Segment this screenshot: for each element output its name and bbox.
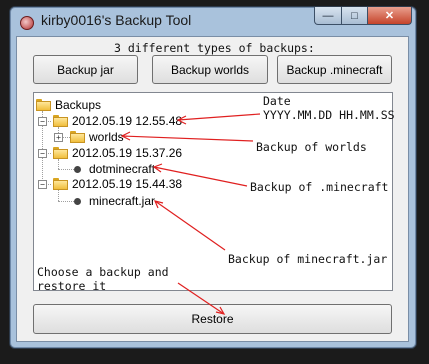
tree-item-backup-3[interactable]: 2012.05.19 15.44.38 — [53, 176, 182, 192]
minimize-icon: — — [322, 9, 334, 22]
expand-icon[interactable]: + — [54, 133, 63, 142]
file-icon — [74, 197, 81, 205]
annotation-minecraft: Backup of .minecraft — [250, 180, 389, 194]
maximize-button[interactable]: □ — [342, 7, 368, 25]
collapse-icon[interactable]: − — [38, 149, 47, 158]
backup-1-label: 2012.05.19 12.55.48 — [72, 114, 183, 128]
folder-icon — [53, 147, 68, 159]
file-icon — [74, 165, 81, 173]
collapse-icon[interactable]: − — [38, 180, 47, 189]
worlds-label: worlds — [89, 130, 124, 144]
minimize-button[interactable]: — — [314, 7, 342, 25]
backup-2-label: 2012.05.19 15.37.26 — [72, 146, 183, 160]
tree-item-minecraft-jar[interactable]: minecraft.jar — [74, 193, 155, 209]
tree-item-backup-2[interactable]: 2012.05.19 15.37.26 — [53, 145, 182, 161]
backup-minecraft-button[interactable]: Backup .minecraft — [277, 55, 392, 84]
folder-icon — [53, 178, 68, 190]
tree-item-dotminecraft[interactable]: dotminecraft — [74, 161, 155, 177]
window-title: kirby0016's Backup Tool — [41, 12, 192, 28]
collapse-icon[interactable]: − — [38, 117, 47, 126]
caption-buttons: — □ ✕ — [314, 7, 412, 25]
restore-button[interactable]: Restore — [33, 304, 392, 334]
annotation-worlds: Backup of worlds — [256, 140, 367, 154]
tree-item-worlds[interactable]: worlds — [70, 129, 124, 145]
minecraft-jar-label: minecraft.jar — [89, 194, 156, 208]
folder-icon — [70, 131, 85, 143]
app-icon — [20, 16, 34, 30]
annotation-backup-types: 3 different types of backups: — [114, 41, 315, 55]
tree-item-backup-1[interactable]: 2012.05.19 12.55.48 — [53, 113, 182, 129]
folder-icon — [53, 115, 68, 127]
close-icon: ✕ — [384, 10, 395, 22]
dotminecraft-label: dotminecraft — [89, 162, 156, 176]
annotation-restore: Choose a backup and restore it — [37, 265, 169, 293]
folder-icon — [36, 99, 51, 111]
backup-worlds-button[interactable]: Backup worlds — [152, 55, 268, 84]
close-button[interactable]: ✕ — [368, 7, 412, 25]
tree-root[interactable]: Backups — [36, 97, 101, 113]
annotation-jar: Backup of minecraft.jar — [228, 252, 388, 266]
tree-root-label: Backups — [55, 98, 102, 112]
backup-jar-button[interactable]: Backup jar — [33, 55, 138, 84]
backup-3-label: 2012.05.19 15.44.38 — [72, 177, 183, 191]
annotation-date: Date YYYY.MM.DD HH.MM.SS — [263, 94, 395, 122]
maximize-icon: □ — [351, 9, 358, 22]
title-bar[interactable]: kirby0016's Backup Tool — □ ✕ — [10, 7, 416, 37]
